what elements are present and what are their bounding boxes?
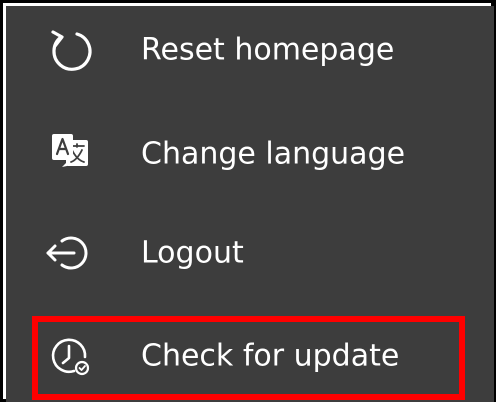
screenshot-frame: Reset homepage Change language Logout Ch… <box>0 0 496 402</box>
settings-menu: Reset homepage Change language Logout Ch… <box>6 6 494 402</box>
menu-item-reset-homepage[interactable]: Reset homepage <box>6 0 494 100</box>
menu-item-label: Logout <box>141 235 244 271</box>
logout-icon <box>40 223 100 283</box>
menu-item-check-for-update[interactable]: Check for update <box>6 306 494 406</box>
language-icon <box>40 124 100 184</box>
menu-item-change-language[interactable]: Change language <box>6 104 494 204</box>
check-update-icon <box>40 326 100 386</box>
reset-icon <box>40 20 100 80</box>
menu-item-logout[interactable]: Logout <box>6 203 494 303</box>
menu-item-label: Check for update <box>141 338 400 374</box>
menu-item-label: Reset homepage <box>141 32 395 68</box>
menu-item-label: Change language <box>141 136 406 172</box>
